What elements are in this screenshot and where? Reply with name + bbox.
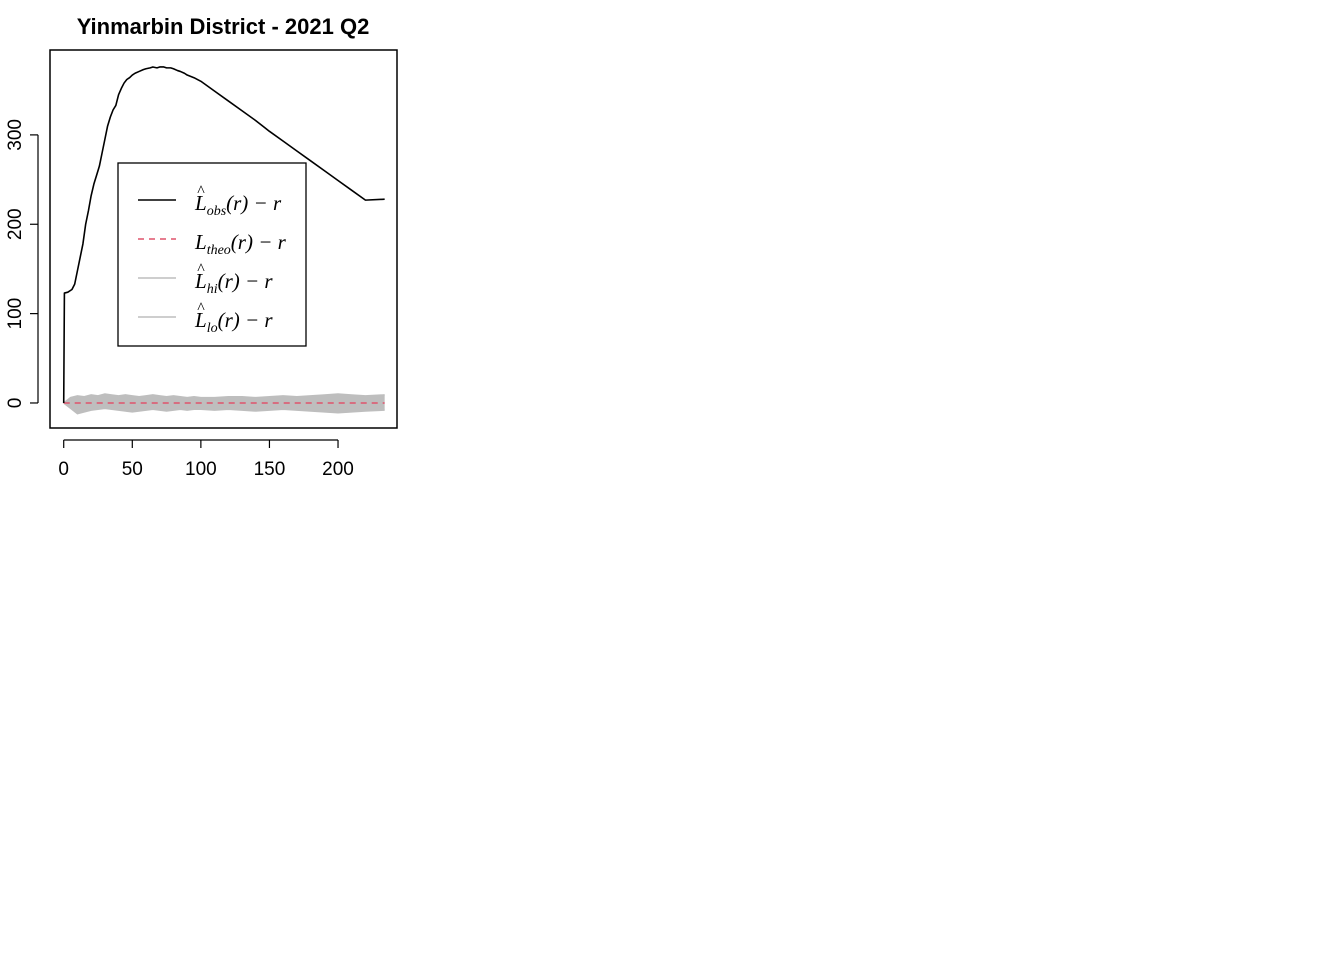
- y-tick-label: 0: [5, 398, 26, 409]
- x-tick-label: 50: [122, 459, 143, 480]
- legend-label: Lhi(r) − r: [194, 269, 273, 297]
- x-tick-label: 0: [58, 459, 69, 480]
- legend: ^Lobs(r) − rLtheo(r) − r^Lhi(r) − r^Llo(…: [117, 162, 307, 347]
- y-tick-label: 200: [5, 208, 26, 240]
- chart: Yinmarbin District - 2021 Q2 0 50 100 150 20…: [5, 14, 398, 480]
- chart-title: Yinmarbin District - 2021 Q2: [77, 14, 370, 39]
- y-tick-label: 100: [5, 298, 26, 330]
- legend-label: Llo(r) − r: [194, 308, 273, 336]
- x-tick-label: 100: [185, 459, 217, 480]
- x-tick-label: 150: [254, 459, 286, 480]
- y-tick-label: 300: [5, 119, 26, 151]
- x-tick-label: 200: [322, 459, 354, 480]
